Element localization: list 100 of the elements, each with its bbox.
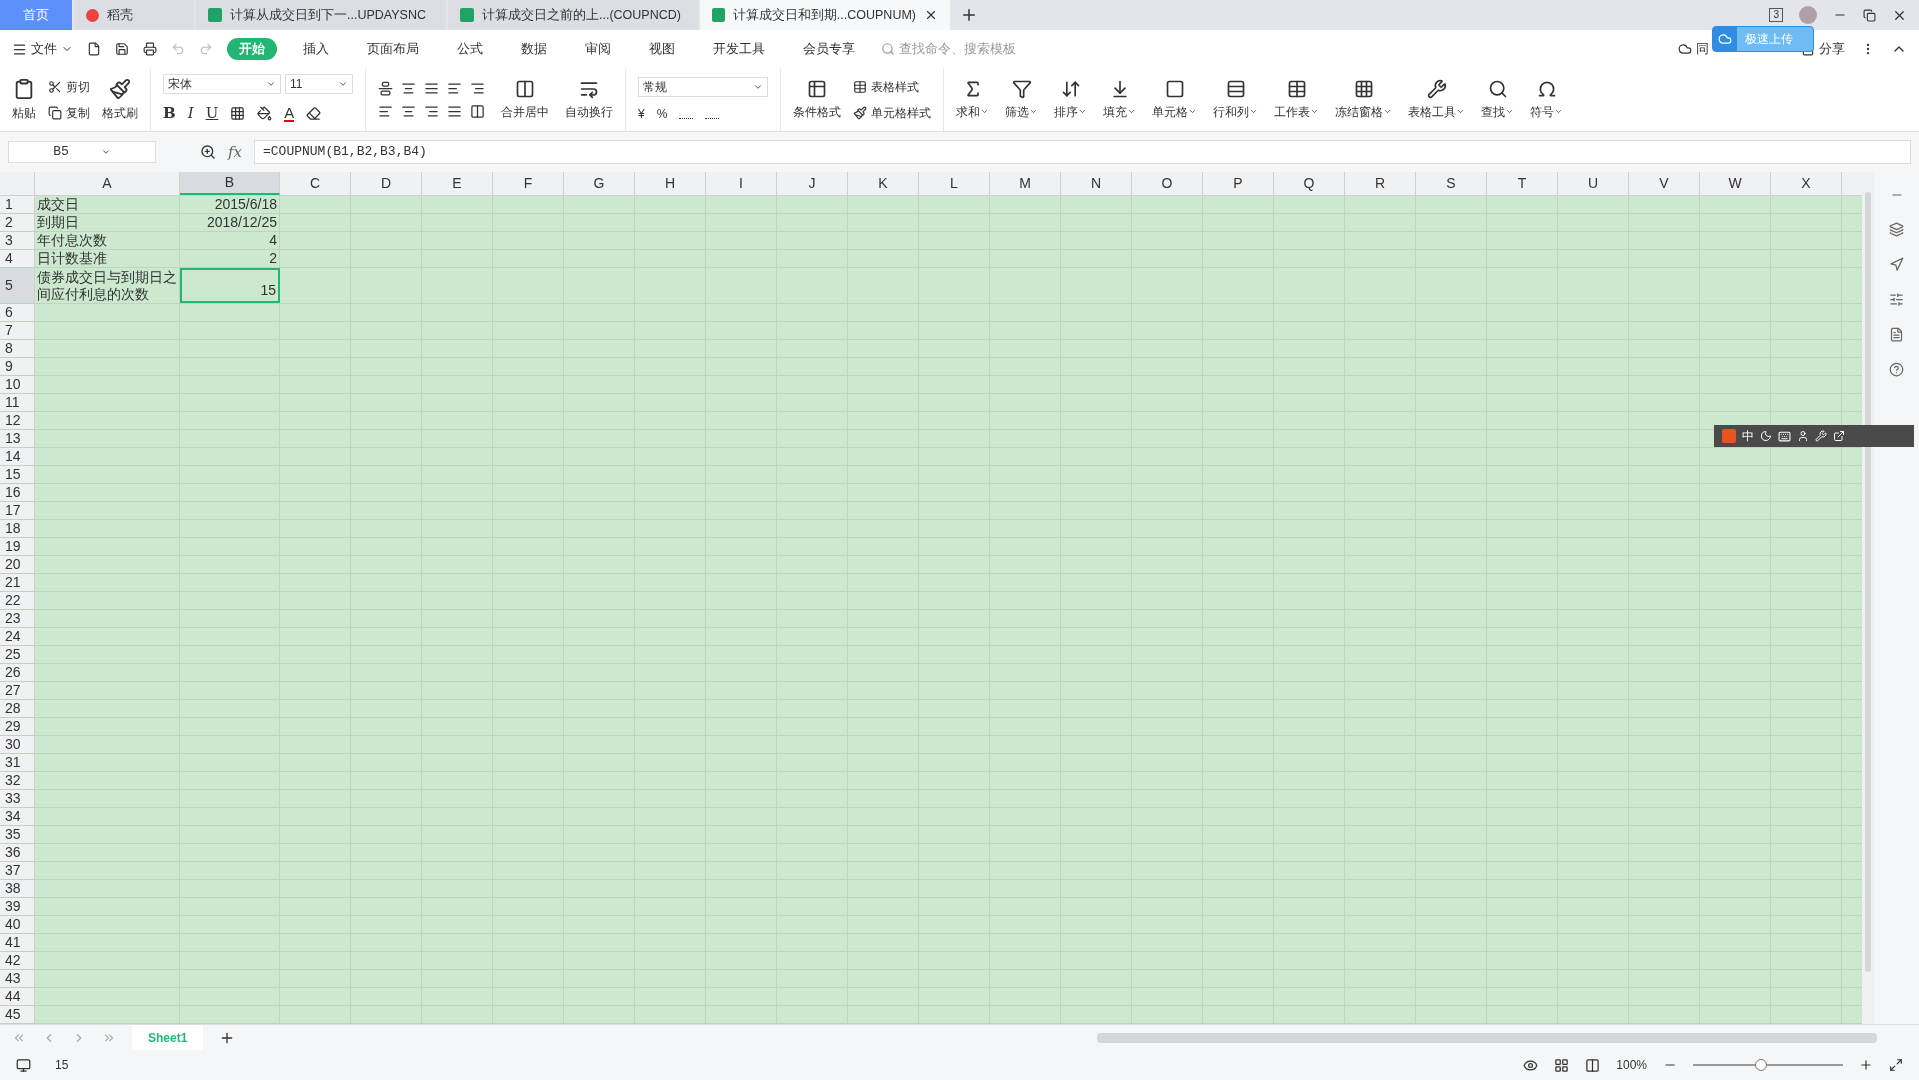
name-box[interactable]: B5	[8, 141, 156, 163]
wrench-icon[interactable]	[1815, 430, 1827, 442]
column-header[interactable]: J	[777, 172, 848, 195]
row-header[interactable]: 30	[0, 736, 35, 753]
row-header[interactable]: 2	[0, 214, 35, 231]
ribbon-tab[interactable]: 插入	[291, 37, 341, 61]
selected-cell[interactable]: 15	[180, 268, 280, 303]
column-header[interactable]: O	[1132, 172, 1203, 195]
new-file-icon[interactable]	[87, 42, 101, 56]
table-style-button[interactable]: 表格样式	[853, 77, 931, 96]
keyboard-icon[interactable]	[1778, 429, 1791, 443]
document-tab[interactable]: 稻壳	[74, 0, 194, 30]
font-style-button[interactable]: I	[187, 102, 194, 125]
row-header[interactable]: 36	[0, 844, 35, 861]
font-style-button[interactable]: B	[163, 102, 176, 125]
column-header[interactable]: D	[351, 172, 422, 195]
row-header[interactable]: 35	[0, 826, 35, 843]
document-tab[interactable]: 计算成交日之前的上...(COUPNCD)	[448, 0, 698, 30]
row-header[interactable]: 28	[0, 700, 35, 717]
row-header[interactable]: 22	[0, 592, 35, 609]
row-header[interactable]: 8	[0, 340, 35, 357]
row-header[interactable]: 18	[0, 520, 35, 537]
align-icon[interactable]	[378, 80, 393, 96]
ribbon-tab[interactable]: 视图	[637, 37, 687, 61]
close-icon[interactable]	[924, 8, 938, 22]
currency-button[interactable]: ¥	[638, 104, 645, 123]
normal-view-icon[interactable]	[1554, 1057, 1570, 1073]
document-tab[interactable]: 计算从成交日到下一...UPDAYSNC	[196, 0, 446, 30]
format-painter-button[interactable]: 格式刷	[102, 68, 138, 131]
row-header[interactable]: 13	[0, 430, 35, 447]
row-header[interactable]: 34	[0, 808, 35, 825]
copy-button[interactable]: 复制	[48, 103, 90, 122]
row-header[interactable]: 1	[0, 196, 35, 213]
document-icon[interactable]	[1889, 327, 1904, 342]
layers-icon[interactable]	[1889, 222, 1904, 237]
restore-icon[interactable]	[1863, 8, 1876, 22]
ribbon-tool-button[interactable]: 符号	[1530, 78, 1563, 121]
column-header[interactable]: C	[280, 172, 351, 195]
ribbon-tab[interactable]: 审阅	[573, 37, 623, 61]
align-icon[interactable]	[424, 80, 439, 96]
zoom-in-icon[interactable]	[1859, 1058, 1873, 1072]
ribbon-tool-button[interactable]: 单元格	[1152, 78, 1197, 121]
column-header[interactable]: E	[422, 172, 493, 195]
column-header[interactable]: U	[1558, 172, 1629, 195]
align-icon[interactable]	[447, 103, 462, 119]
ribbon-tool-button[interactable]: 求和	[956, 78, 989, 121]
border-icon[interactable]	[230, 106, 246, 121]
column-header[interactable]: G	[564, 172, 635, 195]
font-dropdown[interactable]: 宋体	[163, 74, 281, 95]
fullscreen-icon[interactable]	[1889, 1058, 1903, 1072]
align-icon[interactable]	[424, 103, 439, 119]
zoom-icon[interactable]	[200, 144, 216, 160]
ribbon-tab[interactable]: 会员专享	[791, 37, 867, 61]
row-header[interactable]: 27	[0, 682, 35, 699]
row-header[interactable]: 24	[0, 628, 35, 645]
ribbon-tool-button[interactable]: 冻结窗格	[1335, 78, 1392, 121]
align-icon[interactable]	[470, 80, 485, 96]
row-header[interactable]: 38	[0, 880, 35, 897]
ribbon-tool-button[interactable]: 排序	[1054, 78, 1087, 121]
row-header[interactable]: 5	[0, 268, 35, 303]
printer-icon[interactable]	[143, 42, 157, 56]
row-header[interactable]: 41	[0, 934, 35, 951]
ribbon-tool-button[interactable]: 筛选	[1005, 78, 1038, 121]
column-header[interactable]: T	[1487, 172, 1558, 195]
formula-field[interactable]: =COUPNUM(B1,B2,B3,B4)	[254, 140, 1911, 164]
row-header[interactable]: 10	[0, 376, 35, 393]
merge-center-button[interactable]: 合并居中	[501, 78, 549, 121]
function-label[interactable]: fx	[228, 140, 242, 164]
row-header[interactable]: 4	[0, 250, 35, 267]
row-header[interactable]: 23	[0, 610, 35, 627]
row-header[interactable]: 19	[0, 538, 35, 555]
align-icon[interactable]	[378, 103, 393, 119]
row-header[interactable]: 40	[0, 916, 35, 933]
ribbon-tab[interactable]: 数据	[509, 37, 559, 61]
font-color-button[interactable]: A	[284, 105, 295, 122]
column-header[interactable]: F	[493, 172, 564, 195]
column-header[interactable]: W	[1700, 172, 1771, 195]
column-header[interactable]: N	[1061, 172, 1132, 195]
row-header[interactable]: 37	[0, 862, 35, 879]
row-header[interactable]: 31	[0, 754, 35, 771]
column-header[interactable]: V	[1629, 172, 1700, 195]
row-header[interactable]: 3	[0, 232, 35, 249]
row-header[interactable]: 39	[0, 898, 35, 915]
help-icon[interactable]	[1889, 362, 1904, 377]
row-header[interactable]: 17	[0, 502, 35, 519]
command-search-field[interactable]: 查找命令、搜索模板	[899, 39, 1039, 59]
column-header[interactable]: B	[180, 172, 280, 195]
column-header[interactable]: R	[1345, 172, 1416, 195]
number-format-dropdown[interactable]: 常规	[638, 76, 768, 97]
column-header[interactable]: Q	[1274, 172, 1345, 195]
horizontal-scrollbar[interactable]	[1097, 1032, 1877, 1043]
row-header[interactable]: 25	[0, 646, 35, 663]
align-icon[interactable]	[401, 103, 416, 119]
ribbon-tool-button[interactable]: 填充	[1103, 78, 1136, 121]
window-count-badge[interactable]: 3	[1769, 8, 1783, 22]
align-icon[interactable]	[401, 80, 416, 96]
sliders-icon[interactable]	[1889, 292, 1904, 307]
row-header[interactable]: 6	[0, 304, 35, 321]
row-header[interactable]: 20	[0, 556, 35, 573]
ribbon-tab[interactable]: 开发工具	[701, 37, 777, 61]
